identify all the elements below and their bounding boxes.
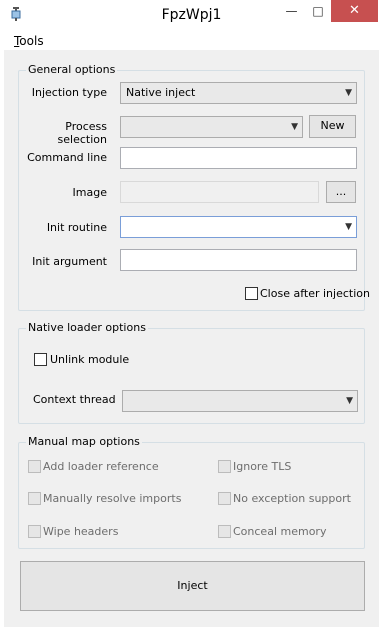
inject-button[interactable]: Inject bbox=[20, 561, 365, 611]
close-after-injection-checkbox[interactable] bbox=[245, 287, 258, 300]
wipe-headers-checkbox[interactable] bbox=[28, 525, 41, 538]
manual-map-options-legend: Manual map options bbox=[26, 435, 142, 448]
menu-tools[interactable]: Tools bbox=[14, 34, 44, 48]
close-after-injection-label: Close after injection bbox=[260, 287, 370, 300]
add-loader-reference-label: Add loader reference bbox=[43, 460, 159, 473]
chevron-down-icon: ▼ bbox=[345, 222, 352, 232]
init-argument-label: Init argument bbox=[32, 255, 107, 268]
minimize-button[interactable]: — bbox=[278, 0, 305, 22]
no-exception-support-label: No exception support bbox=[233, 492, 351, 505]
context-thread-dropdown[interactable]: ▼ bbox=[122, 390, 358, 412]
process-selection-label: Process selection bbox=[57, 120, 107, 146]
maximize-button[interactable]: □ bbox=[305, 0, 331, 22]
no-exception-support-checkbox[interactable] bbox=[218, 492, 231, 505]
image-field[interactable] bbox=[120, 181, 319, 203]
manually-resolve-imports-label: Manually resolve imports bbox=[43, 492, 182, 505]
context-thread-label: Context thread bbox=[33, 393, 116, 406]
chevron-down-icon: ▼ bbox=[345, 88, 352, 98]
ignore-tls-label: Ignore TLS bbox=[233, 460, 292, 473]
add-loader-reference-checkbox[interactable] bbox=[28, 460, 41, 473]
close-button[interactable]: ✕ bbox=[331, 0, 378, 22]
unlink-module-checkbox[interactable] bbox=[34, 353, 47, 366]
wipe-headers-label: Wipe headers bbox=[43, 525, 119, 538]
conceal-memory-label: Conceal memory bbox=[233, 525, 327, 538]
image-label: Image bbox=[72, 186, 107, 199]
menu-bar: Tools bbox=[4, 31, 379, 51]
new-button[interactable]: New bbox=[309, 115, 356, 138]
manually-resolve-imports-checkbox[interactable] bbox=[28, 492, 41, 505]
browse-button[interactable]: ... bbox=[326, 181, 356, 203]
conceal-memory-checkbox[interactable] bbox=[218, 525, 231, 538]
injection-type-label: Injection type bbox=[31, 86, 107, 99]
injection-type-dropdown[interactable]: Native inject ▼ bbox=[120, 82, 357, 104]
command-line-label: Command line bbox=[27, 151, 107, 164]
ignore-tls-checkbox[interactable] bbox=[218, 460, 231, 473]
init-routine-combobox[interactable]: ▼ bbox=[120, 216, 357, 238]
init-routine-label: Init routine bbox=[46, 221, 107, 234]
general-options-legend: General options bbox=[26, 63, 118, 76]
chevron-down-icon: ▼ bbox=[346, 396, 353, 406]
native-loader-options-legend: Native loader options bbox=[26, 321, 148, 334]
command-line-field[interactable] bbox=[120, 147, 357, 169]
chevron-down-icon: ▼ bbox=[291, 122, 298, 132]
unlink-module-label: Unlink module bbox=[50, 353, 130, 366]
process-selection-dropdown[interactable]: ▼ bbox=[120, 116, 303, 138]
title-bar[interactable]: FpzWpj1 — □ ✕ bbox=[0, 0, 383, 31]
init-argument-field[interactable] bbox=[120, 249, 357, 271]
injection-type-value: Native inject bbox=[126, 86, 196, 99]
